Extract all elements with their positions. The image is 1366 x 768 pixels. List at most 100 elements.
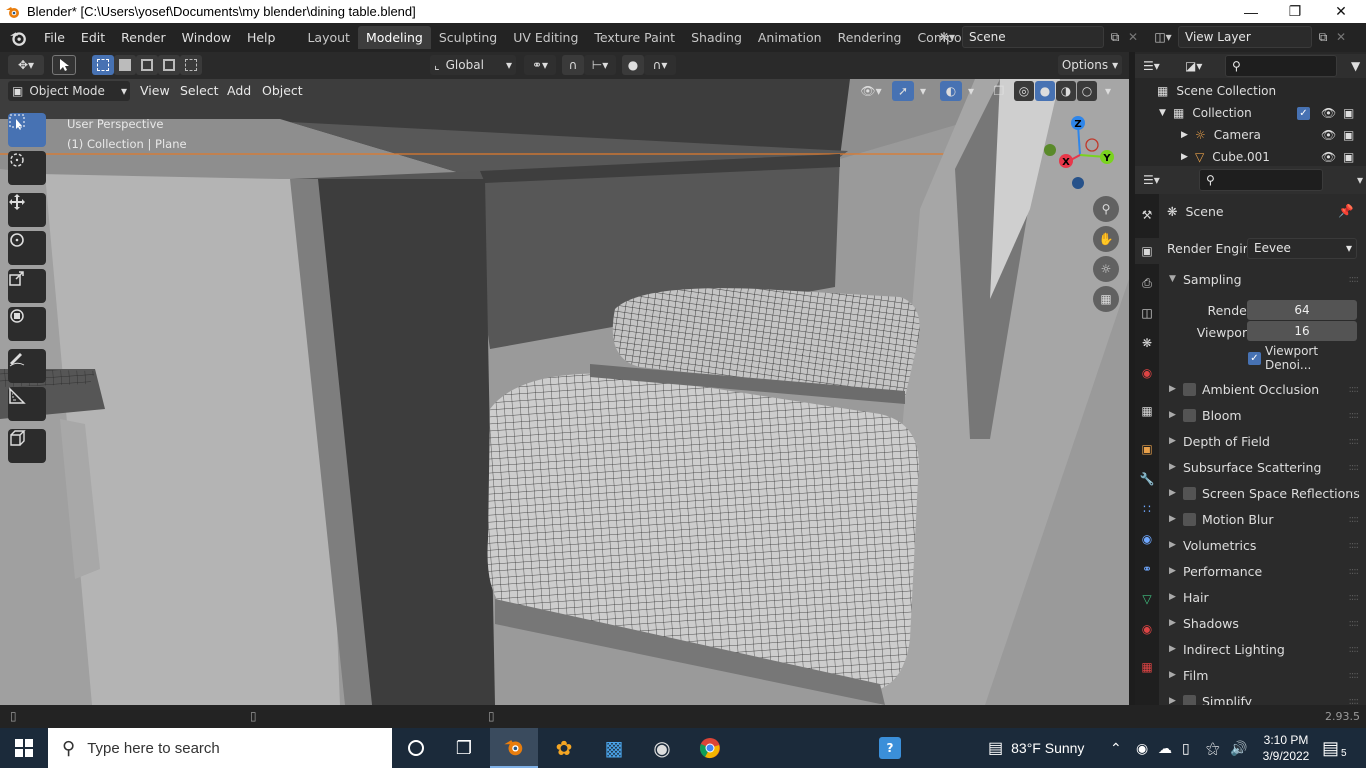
move-tool[interactable]	[8, 193, 46, 227]
taskbar-obs[interactable]: ◉	[638, 728, 686, 768]
panel-screen-space-reflections[interactable]: ▶ Screen Space Reflections::::	[1159, 480, 1366, 506]
select-invert-icon[interactable]	[158, 55, 180, 75]
menu-select[interactable]: Select	[180, 83, 219, 98]
ortho-toggle-button[interactable]: ▦	[1093, 286, 1119, 312]
rotate-tool[interactable]	[8, 231, 46, 265]
volume-icon[interactable]: 🔊	[1230, 728, 1247, 768]
panel-shadows[interactable]: ▶ Shadows::::	[1159, 610, 1366, 636]
drag-handle-icon[interactable]: ::::	[1349, 384, 1360, 395]
panel-depth-of-field[interactable]: ▶ Depth of Field::::	[1159, 428, 1366, 454]
collection-checkbox[interactable]: ✓	[1297, 106, 1310, 120]
eye-icon[interactable]: 👁	[1321, 150, 1336, 164]
new-view-layer-icon[interactable]: ⧉	[1312, 30, 1334, 45]
minimize-button[interactable]: —	[1228, 0, 1274, 23]
properties-editor-icon[interactable]: ☰▾	[1143, 173, 1175, 187]
drag-handle-icon[interactable]: ::::	[1349, 618, 1360, 629]
3d-viewport[interactable]: User Perspective (1) Collection | Plane …	[0, 79, 1129, 705]
select-intersect-icon[interactable]	[180, 55, 202, 75]
menu-render[interactable]: Render	[113, 30, 174, 45]
tab-material[interactable]: ◉	[1135, 616, 1159, 642]
mode-dropdown[interactable]: ▣ Object Mode ▾	[8, 81, 130, 101]
cortana-button[interactable]	[392, 728, 440, 768]
panel-performance[interactable]: ▶ Performance::::	[1159, 558, 1366, 584]
menu-help[interactable]: Help	[239, 30, 284, 45]
tab-texture-paint[interactable]: Texture Paint	[586, 26, 683, 49]
tab-collection[interactable]: ▦	[1135, 398, 1159, 424]
solid-shading-button[interactable]: ●	[1035, 81, 1055, 101]
drag-handle-icon[interactable]: ::::	[1349, 462, 1360, 473]
eye-icon[interactable]: 👁	[1321, 106, 1336, 120]
proportional-edit-toggle[interactable]: ●	[622, 55, 644, 75]
panel-ambient-occlusion[interactable]: ▶ Ambient Occlusion::::	[1159, 376, 1366, 402]
task-view-button[interactable]: ❐	[440, 728, 488, 768]
drag-handle-icon[interactable]: ::::	[1349, 436, 1360, 447]
rendered-shading-button[interactable]: ○	[1077, 81, 1097, 101]
tab-physics[interactable]: ◉	[1135, 526, 1159, 552]
new-scene-icon[interactable]: ⧉	[1104, 30, 1126, 45]
active-tool-icon[interactable]	[52, 55, 76, 75]
select-box-tool[interactable]	[8, 113, 46, 147]
taskbar-blender[interactable]	[490, 728, 538, 768]
outliner-collection[interactable]: ▼ ▦ Collection ✓ 👁 ▣	[1135, 102, 1366, 124]
tab-sculpting[interactable]: Sculpting	[431, 26, 505, 49]
snap-target-dropdown[interactable]: ⊢▾	[584, 55, 616, 75]
outliner-search-input[interactable]: ⚲	[1225, 55, 1337, 77]
panel-subsurface-scattering[interactable]: ▶ Subsurface Scattering::::	[1159, 454, 1366, 480]
editor-type-button[interactable]: ✥▾	[8, 55, 44, 75]
tab-modifiers[interactable]: 🔧	[1135, 466, 1159, 492]
tab-rendering[interactable]: Rendering	[830, 26, 910, 49]
panel-enable-checkbox[interactable]	[1183, 486, 1196, 500]
select-subtract-icon[interactable]	[136, 55, 158, 75]
navigation-gizmo[interactable]: Z Y X	[1040, 115, 1120, 195]
drag-handle-icon[interactable]: ::::	[1349, 644, 1360, 655]
tab-output[interactable]: ⎙	[1135, 270, 1159, 296]
outliner-item-cube[interactable]: ▶ ▽ Cube.001 👁 ▣	[1135, 146, 1366, 168]
expand-arrow-icon[interactable]: ▶	[1181, 152, 1195, 162]
tab-scene[interactable]: ❋	[1135, 330, 1159, 356]
drag-handle-icon[interactable]: ::::	[1349, 540, 1360, 551]
menu-object[interactable]: Object	[262, 83, 303, 98]
view-layer-selector[interactable]: ◫▾ View Layer ⧉ ✕	[1148, 26, 1366, 48]
taskbar-help[interactable]: ?	[866, 728, 914, 768]
taskbar-search-box[interactable]: ⚲ Type here to search	[48, 728, 392, 768]
wireframe-shading-button[interactable]: ◎	[1014, 81, 1034, 101]
scale-tool[interactable]	[8, 269, 46, 303]
blender-menu-icon[interactable]	[0, 29, 36, 47]
panel-enable-checkbox[interactable]	[1183, 512, 1196, 526]
properties-search-input[interactable]: ⚲	[1199, 169, 1323, 191]
tab-view-layer[interactable]: ◫	[1135, 300, 1159, 326]
camera-tray-icon[interactable]: ◉	[1136, 728, 1148, 768]
pan-button[interactable]: ✋	[1093, 226, 1119, 252]
taskbar-chrome[interactable]	[686, 728, 734, 768]
cursor-tool[interactable]	[8, 151, 46, 185]
delete-view-layer-icon[interactable]: ✕	[1334, 30, 1348, 44]
taskbar-file-explorer[interactable]: ▩	[590, 728, 638, 768]
falloff-dropdown[interactable]: ∩▾	[644, 55, 676, 75]
notification-center-button[interactable]: ▤ 5	[1322, 728, 1347, 768]
gizmo-dropdown[interactable]: ▾	[914, 81, 932, 101]
panel-film[interactable]: ▶ Film::::	[1159, 662, 1366, 688]
outliner-item-camera[interactable]: ▶ ☼ Camera 👁 ▣	[1135, 124, 1366, 146]
panel-motion-blur[interactable]: ▶ Motion Blur::::	[1159, 506, 1366, 532]
taskbar-fl-studio[interactable]: ✿	[540, 728, 588, 768]
tab-modeling[interactable]: Modeling	[357, 26, 431, 49]
pivot-point-dropdown[interactable]: ⚭▾	[524, 55, 556, 75]
drag-handle-icon[interactable]: ::::	[1349, 566, 1360, 577]
panel-enable-checkbox[interactable]	[1183, 382, 1196, 396]
gizmo-neg-x[interactable]	[1085, 138, 1099, 152]
select-extend-icon[interactable]	[114, 55, 136, 75]
menu-edit[interactable]: Edit	[73, 30, 113, 45]
viewport-denoise-checkbox[interactable]: ✓	[1248, 351, 1261, 365]
tab-uv-editing[interactable]: UV Editing	[505, 26, 586, 49]
transform-tool[interactable]	[8, 307, 46, 341]
tab-object[interactable]: ▣	[1135, 436, 1159, 462]
gizmo-toggle[interactable]: ➚	[892, 81, 914, 101]
network-cloud-icon[interactable]: ☁	[1158, 728, 1172, 768]
panel-indirect-lighting[interactable]: ▶ Indirect Lighting::::	[1159, 636, 1366, 662]
render-camera-icon[interactable]: ▣	[1343, 106, 1354, 120]
display-mode-icon[interactable]: ◪▾	[1185, 59, 1215, 73]
visibility-dropdown[interactable]: 👁▾	[855, 81, 887, 101]
drag-handle-icon[interactable]: ::::	[1349, 488, 1360, 499]
annotate-tool[interactable]	[8, 349, 46, 383]
sampling-panel-header[interactable]: ▼ Sampling ::::	[1159, 266, 1366, 292]
